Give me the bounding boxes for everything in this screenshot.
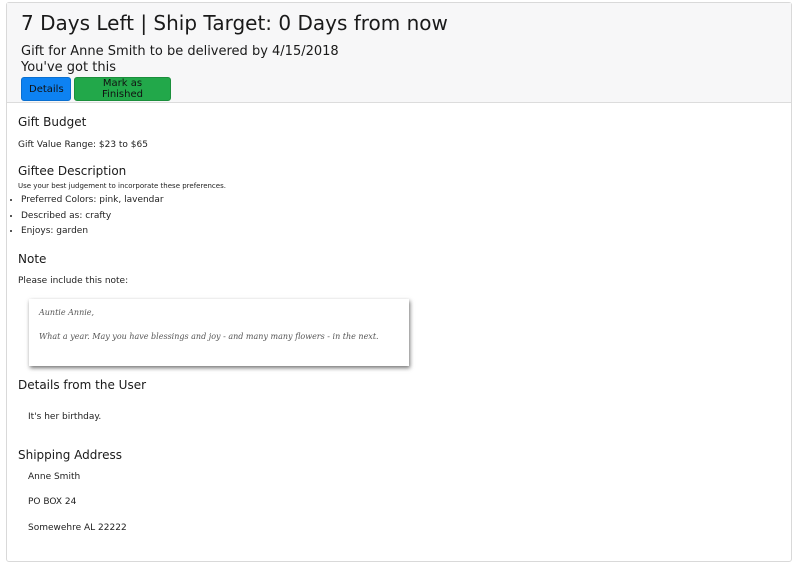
gift-note-card: Auntie Annie, What a year. May you have … bbox=[29, 299, 409, 366]
gift-value-range: Gift Value Range: $23 to $65 bbox=[18, 140, 148, 150]
note-intro: Please include this note: bbox=[18, 276, 129, 286]
note-heading: Note bbox=[18, 252, 47, 266]
header-actions: Details Mark as Finished bbox=[21, 77, 791, 101]
note-greeting: Auntie Annie, bbox=[39, 308, 95, 317]
delivery-subtitle: Gift for Anne Smith to be delivered by 4… bbox=[21, 44, 339, 59]
details-button[interactable]: Details bbox=[21, 77, 71, 101]
shipping-address-heading: Shipping Address bbox=[18, 448, 122, 462]
list-item: Enjoys: garden bbox=[21, 224, 164, 240]
preferences-list: Preferred Colors: pink, lavendar Describ… bbox=[5, 193, 164, 240]
shipping-line1: PO BOX 24 bbox=[28, 497, 77, 507]
list-item: Preferred Colors: pink, lavendar bbox=[21, 193, 164, 209]
order-header: 7 Days Left | Ship Target: 0 Days from n… bbox=[7, 3, 791, 103]
giftee-description-heading: Giftee Description bbox=[18, 164, 127, 178]
page-title: 7 Days Left | Ship Target: 0 Days from n… bbox=[21, 11, 448, 35]
mark-finished-button[interactable]: Mark as Finished bbox=[74, 77, 171, 101]
gift-budget-heading: Gift Budget bbox=[18, 115, 87, 129]
user-details-text: It's her birthday. bbox=[28, 412, 102, 422]
order-card: 7 Days Left | Ship Target: 0 Days from n… bbox=[6, 2, 792, 562]
list-item: Described as: crafty bbox=[21, 209, 164, 225]
giftee-hint: Use your best judgement to incorporate t… bbox=[18, 182, 226, 190]
user-details-heading: Details from the User bbox=[18, 378, 147, 392]
tagline: You've got this bbox=[21, 60, 116, 75]
note-message: What a year. May you have blessings and … bbox=[39, 332, 379, 341]
shipping-line2: Somewehre AL 22222 bbox=[28, 523, 127, 533]
shipping-name: Anne Smith bbox=[28, 472, 81, 482]
